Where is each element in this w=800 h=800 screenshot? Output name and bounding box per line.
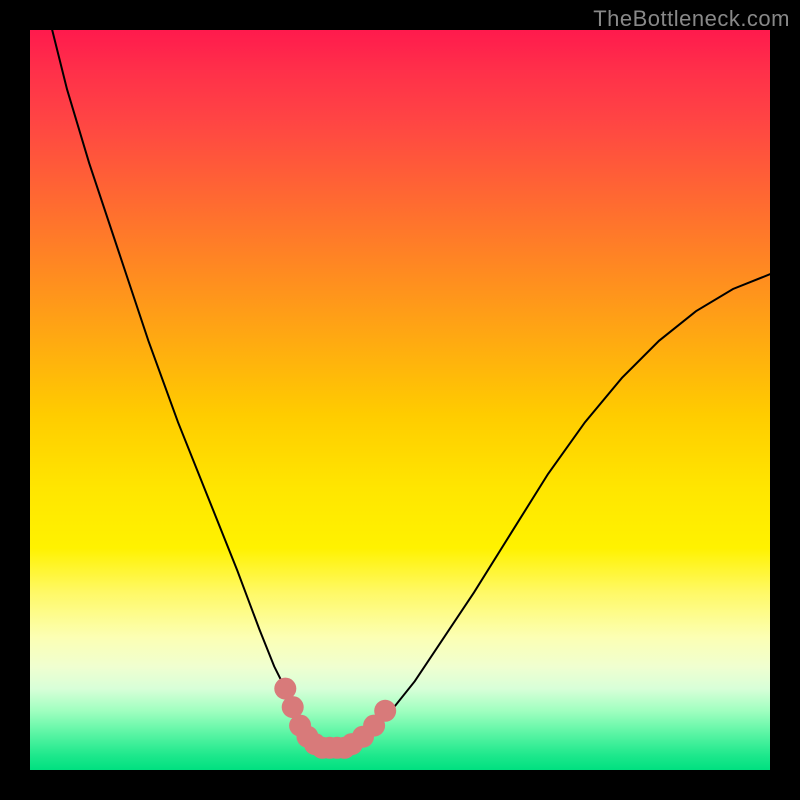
marker-dot [374,700,396,722]
plot-area [30,30,770,770]
watermark-text: TheBottleneck.com [593,6,790,32]
chart-svg [30,30,770,770]
bottom-marker-dots [274,678,396,759]
bottleneck-curve-line [52,30,770,748]
